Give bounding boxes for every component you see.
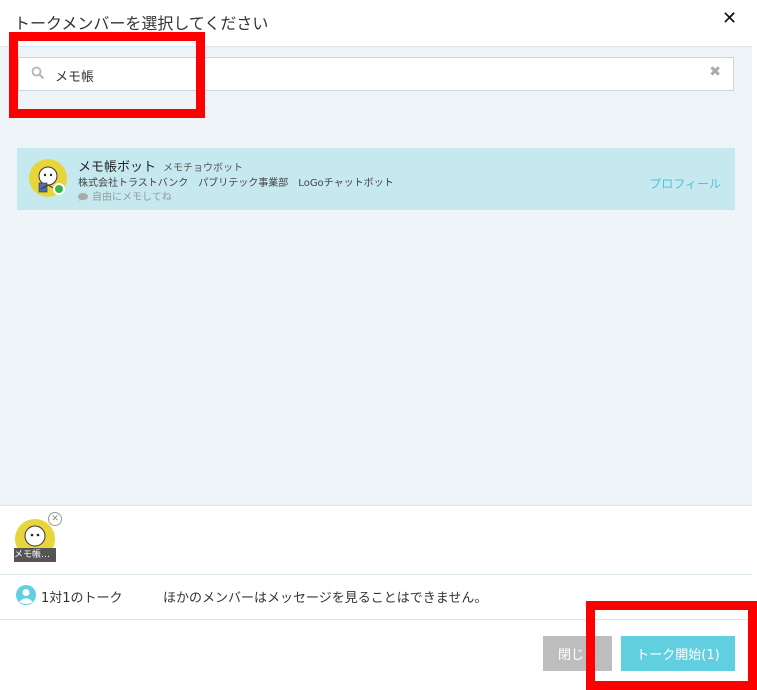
chat-bubble-icon <box>78 193 88 201</box>
divider <box>0 619 752 620</box>
member-kana: メモチョウボット <box>163 163 243 174</box>
online-status-dot <box>53 183 65 195</box>
profile-link[interactable]: プロフィール <box>649 175 721 192</box>
search-panel: メモ帳 ✖ <box>0 46 752 132</box>
talk-note: ほかのメンバーはメッセージを見ることはできません。 <box>163 591 488 606</box>
dialog-title: トークメンバーを選択してください <box>14 14 269 33</box>
search-value: メモ帳 <box>55 70 95 85</box>
close-icon[interactable]: ✕ <box>722 8 737 29</box>
search-icon <box>31 66 45 80</box>
start-talk-button[interactable]: トーク開始(1) <box>621 636 735 671</box>
member-status-message: 自由にメモしてね <box>78 188 172 203</box>
clear-search-icon[interactable]: ✖ <box>709 64 721 80</box>
member-row[interactable]: メモ帳ボット メモチョウボット 株式会社トラストバンク パブリテック事業部 Lo… <box>17 148 735 210</box>
person-icon <box>16 585 36 605</box>
talk-type-label: 1対1のトーク <box>41 591 123 606</box>
selected-members: メモ帳… ✕ <box>0 505 752 575</box>
close-button[interactable]: 閉じる <box>543 636 612 671</box>
remove-member-icon[interactable]: ✕ <box>48 512 62 526</box>
search-input[interactable]: メモ帳 ✖ <box>18 57 734 91</box>
member-organization: 株式会社トラストバンク パブリテック事業部 LoGoチャットボット <box>78 178 394 189</box>
status-message-text: 自由にメモしてね <box>92 192 172 203</box>
selected-member-label: メモ帳… <box>14 548 56 562</box>
member-name: メモ帳ボット <box>78 160 157 175</box>
selected-member-chip: メモ帳… ✕ <box>14 512 62 562</box>
member-list: メモ帳ボット メモチョウボット 株式会社トラストバンク パブリテック事業部 Lo… <box>0 131 752 505</box>
